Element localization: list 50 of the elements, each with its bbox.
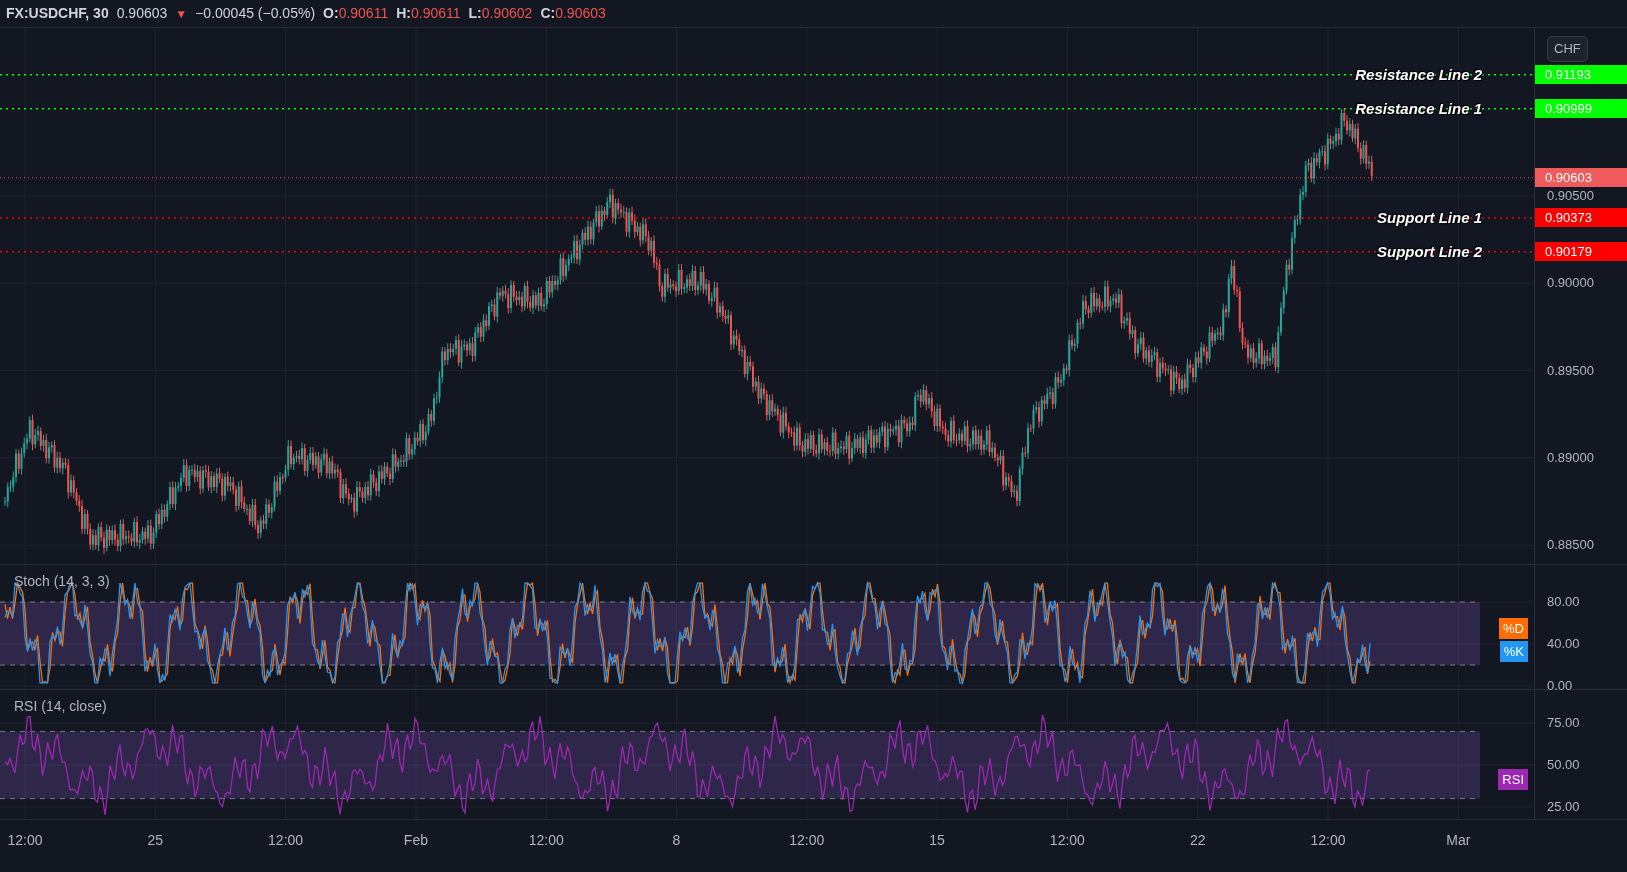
price-tick: 0.89000 — [1547, 449, 1594, 466]
indicator-title: Stoch (14, 3, 3) — [14, 572, 110, 591]
line-label: Resistance Line 2 — [1355, 65, 1482, 84]
time-label: Feb — [403, 831, 428, 850]
time-label: 15 — [929, 831, 945, 850]
price-tick: 0.88500 — [1547, 537, 1594, 554]
ohlc-value: 0.90603 — [555, 4, 606, 23]
scale-tick: 50.00 — [1547, 757, 1580, 773]
ohlc-value: 0.90611 — [338, 4, 389, 23]
time-label: 25 — [147, 831, 164, 850]
currency-label: CHF — [1547, 36, 1588, 62]
chart-symbol: FX:USDCHF, 30 — [6, 4, 109, 23]
time-label: 22 — [1189, 831, 1206, 850]
scale-tick: 80.00 — [1547, 594, 1580, 610]
ohlc-label: O: — [323, 4, 339, 23]
time-label: 12:00 — [7, 831, 43, 850]
last-price-tag: 0.90603 — [1535, 168, 1627, 188]
ohlc-label: L: — [468, 4, 482, 23]
time-label: 12:00 — [268, 831, 304, 850]
line-label: Support Line 2 — [1377, 242, 1482, 261]
indicator-title: RSI (14, close) — [14, 697, 107, 716]
ohlc-label: H: — [396, 4, 411, 23]
legend-tag: %K — [1499, 641, 1528, 662]
price-tick: 0.90000 — [1547, 275, 1594, 292]
scale-tick: 0.00 — [1547, 678, 1573, 694]
time-label: Mar — [1446, 831, 1471, 850]
ohlc-value: 0.90611 — [411, 4, 461, 23]
price-level-tag: 0.91193 — [1535, 65, 1627, 85]
time-label: 12:00 — [789, 831, 825, 850]
change-icon: ▼ — [175, 4, 188, 23]
time-label: 12:00 — [528, 831, 564, 850]
scale-tick: 25.00 — [1547, 799, 1580, 815]
line-label: Resistance Line 1 — [1355, 99, 1482, 118]
ohlc-label: C: — [540, 4, 556, 23]
time-label: 12:00 — [1049, 831, 1085, 850]
price-level-tag: 0.90373 — [1535, 208, 1627, 228]
price-level-tag: 0.90179 — [1535, 242, 1627, 262]
time-label: 12:00 — [1310, 831, 1346, 850]
scale-tick: 75.00 — [1547, 715, 1580, 731]
last-price: 0.90603 — [116, 4, 168, 23]
price-change: −0.00045 (−0.05%) — [195, 4, 316, 23]
price-tick: 0.90500 — [1547, 188, 1594, 204]
legend-tag: %D — [1499, 618, 1528, 639]
line-label: Support Line 1 — [1377, 208, 1482, 227]
time-label: 8 — [672, 831, 681, 850]
price-tick: 0.89500 — [1547, 362, 1594, 379]
legend-tag: RSI — [1498, 769, 1528, 790]
scale-tick: 40.00 — [1547, 636, 1580, 652]
price-level-tag: 0.90999 — [1535, 99, 1627, 119]
ohlc-value: 0.90602 — [481, 4, 533, 23]
